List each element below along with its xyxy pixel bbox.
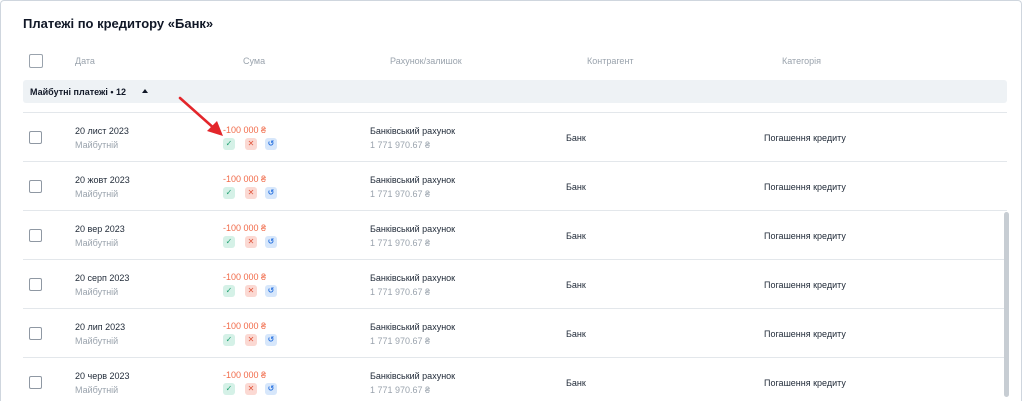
- row-checkbox[interactable]: [29, 180, 42, 193]
- account-name: Банківський рахунок: [370, 371, 456, 381]
- check-icon[interactable]: ✓: [223, 334, 235, 346]
- category: Погашення кредиту: [764, 133, 846, 143]
- annotation-arrow-icon: [178, 96, 223, 136]
- account-balance: 1 771 970.67 ₴: [370, 287, 431, 297]
- account-balance: 1 771 970.67 ₴: [370, 238, 431, 248]
- table-row[interactable]: 20 черв 2023 Майбутній -100 000 ₴ ✓ ✕ ↺ Банків…: [23, 357, 1007, 406]
- payment-status: Майбутній: [75, 189, 119, 199]
- row-checkbox[interactable]: [29, 376, 42, 389]
- column-amount[interactable]: Сума: [243, 56, 265, 66]
- column-category[interactable]: Категорія: [782, 56, 821, 66]
- table-row[interactable]: 20 жовт 2023 Майбутній -100 000 ₴ ✓ ✕ ↺ Банків…: [23, 161, 1007, 210]
- category: Погашення кредиту: [764, 378, 846, 388]
- payment-date: 20 лист 2023: [75, 126, 129, 136]
- payment-status: Майбутній: [75, 336, 119, 346]
- undo-icon[interactable]: ↺: [265, 285, 277, 297]
- payment-date: 20 серп 2023: [75, 273, 130, 283]
- contractor: Банк: [566, 329, 586, 339]
- row-checkbox[interactable]: [29, 131, 42, 144]
- close-icon[interactable]: ✕: [245, 138, 257, 150]
- payment-amount: -100 000 ₴: [223, 321, 267, 331]
- category: Погашення кредиту: [764, 182, 846, 192]
- payment-date: 20 вер 2023: [75, 224, 125, 234]
- check-icon[interactable]: ✓: [223, 187, 235, 199]
- payment-status: Майбутній: [75, 140, 119, 150]
- check-icon[interactable]: ✓: [223, 383, 235, 395]
- check-icon[interactable]: ✓: [223, 236, 235, 248]
- account-balance: 1 771 970.67 ₴: [370, 336, 431, 346]
- undo-icon[interactable]: ↺: [265, 236, 277, 248]
- account-name: Банківський рахунок: [370, 273, 456, 283]
- row-checkbox[interactable]: [29, 278, 42, 291]
- contractor: Банк: [566, 182, 586, 192]
- contractor: Банк: [566, 378, 586, 388]
- close-icon[interactable]: ✕: [245, 285, 257, 297]
- contractor: Банк: [566, 280, 586, 290]
- column-contractor[interactable]: Контрагент: [587, 56, 634, 66]
- row-checkbox[interactable]: [29, 327, 42, 340]
- undo-icon[interactable]: ↺: [265, 138, 277, 150]
- account-name: Банківський рахунок: [370, 175, 456, 185]
- account-name: Банківський рахунок: [370, 224, 456, 234]
- table-header: Дата Сума Рахунок/залишок Контрагент Кат…: [23, 50, 1007, 72]
- close-icon[interactable]: ✕: [245, 187, 257, 199]
- undo-icon[interactable]: ↺: [265, 187, 277, 199]
- table-row[interactable]: 20 вер 2023 Майбутній -100 000 ₴ ✓ ✕ ↺ Банківс…: [23, 210, 1007, 259]
- payment-date: 20 жовт 2023: [75, 175, 130, 185]
- table-row[interactable]: 20 серп 2023 Майбутній -100 000 ₴ ✓ ✕ ↺ Банків…: [23, 259, 1007, 308]
- category: Погашення кредиту: [764, 280, 846, 290]
- payment-status: Майбутній: [75, 287, 119, 297]
- column-account[interactable]: Рахунок/залишок: [390, 56, 462, 66]
- payment-amount: -100 000 ₴: [223, 272, 267, 282]
- check-icon[interactable]: ✓: [223, 285, 235, 297]
- page-title: Платежі по кредитору «Банк»: [23, 16, 214, 31]
- payment-amount: -100 000 ₴: [223, 125, 267, 135]
- payment-status: Майбутній: [75, 385, 119, 395]
- category: Погашення кредиту: [764, 329, 846, 339]
- account-balance: 1 771 970.67 ₴: [370, 189, 431, 199]
- account-name: Банківський рахунок: [370, 126, 456, 136]
- account-balance: 1 771 970.67 ₴: [370, 140, 431, 150]
- column-date[interactable]: Дата: [75, 56, 95, 66]
- category: Погашення кредиту: [764, 231, 846, 241]
- payment-amount: -100 000 ₴: [223, 370, 267, 380]
- payment-status: Майбутній: [75, 238, 119, 248]
- table-row[interactable]: 20 лист 2023 Майбутній -100 000 ₴ ✓ ✕ ↺ Банків…: [23, 112, 1007, 161]
- account-name: Банківський рахунок: [370, 322, 456, 332]
- contractor: Банк: [566, 133, 586, 143]
- account-balance: 1 771 970.67 ₴: [370, 385, 431, 395]
- payment-amount: -100 000 ₴: [223, 223, 267, 233]
- payments-table: 20 лист 2023 Майбутній -100 000 ₴ ✓ ✕ ↺ Банків…: [23, 112, 1007, 406]
- payment-date: 20 черв 2023: [75, 371, 130, 381]
- close-icon[interactable]: ✕: [245, 334, 257, 346]
- scrollbar[interactable]: [1004, 212, 1009, 397]
- select-all-checkbox[interactable]: [29, 54, 43, 68]
- undo-icon[interactable]: ↺: [265, 334, 277, 346]
- table-row[interactable]: 20 лип 2023 Майбутній -100 000 ₴ ✓ ✕ ↺ Банківс…: [23, 308, 1007, 357]
- undo-icon[interactable]: ↺: [265, 383, 277, 395]
- future-payments-group[interactable]: Майбутні платежі • 12: [23, 80, 1007, 103]
- contractor: Банк: [566, 231, 586, 241]
- group-label: Майбутні платежі • 12: [30, 87, 127, 97]
- close-icon[interactable]: ✕: [245, 236, 257, 248]
- payment-amount: -100 000 ₴: [223, 174, 267, 184]
- row-checkbox[interactable]: [29, 229, 42, 242]
- payment-date: 20 лип 2023: [75, 322, 126, 332]
- close-icon[interactable]: ✕: [245, 383, 257, 395]
- collapse-caret-icon[interactable]: [142, 89, 148, 93]
